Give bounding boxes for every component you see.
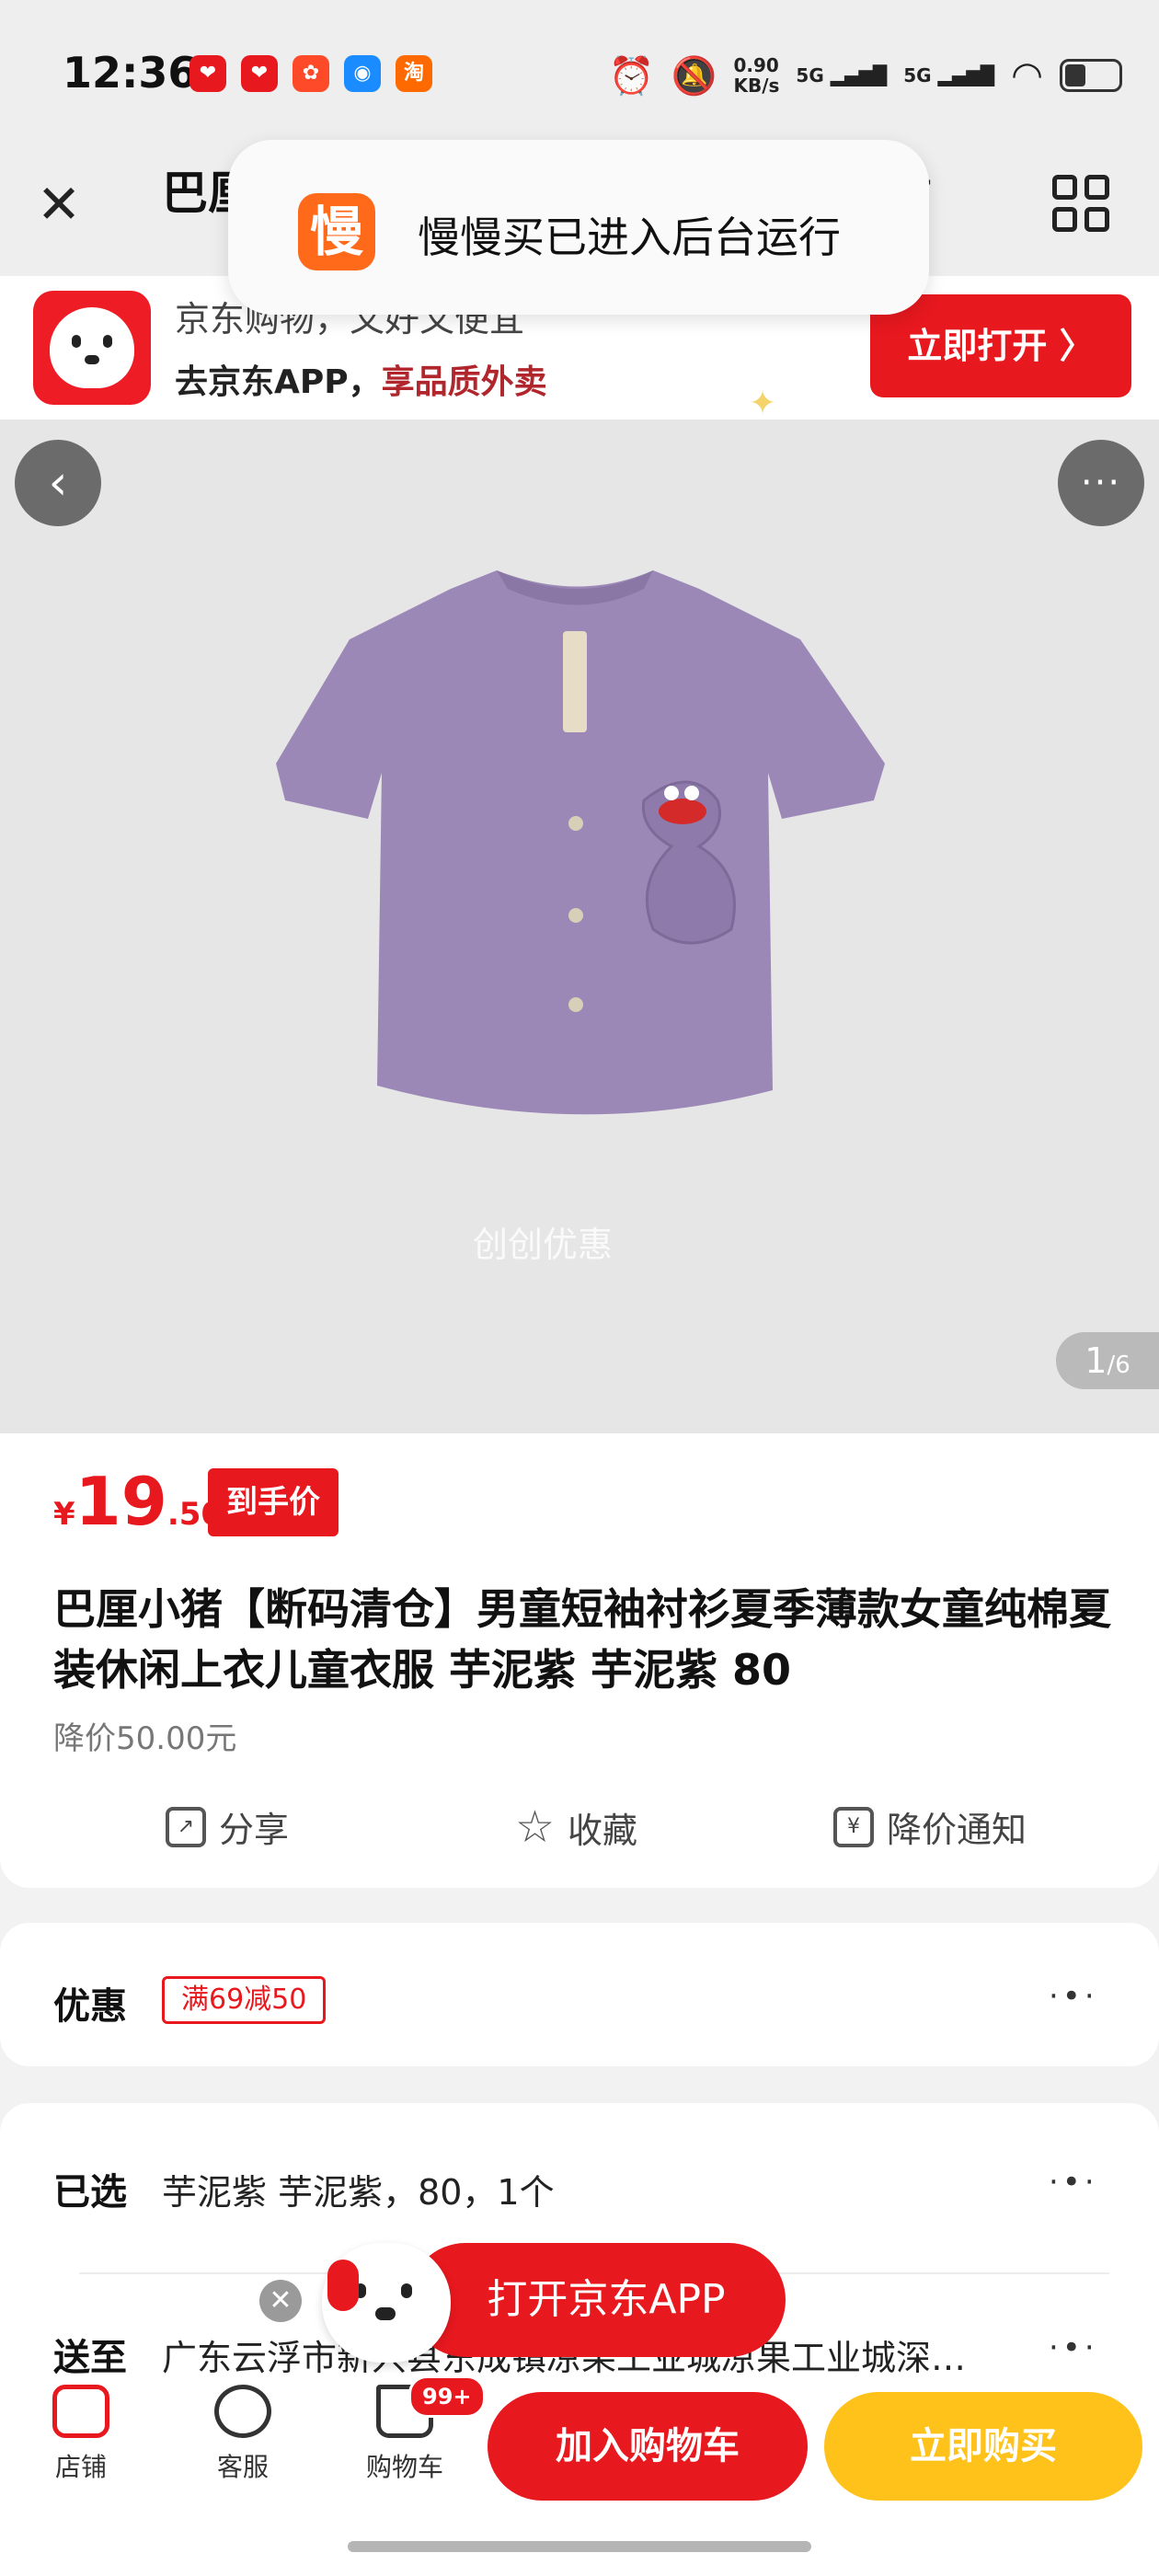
app-notification-icon: ◉ bbox=[344, 55, 381, 92]
image-watermark: 创创优惠 bbox=[473, 1225, 614, 1265]
mute-icon: 🔕 bbox=[671, 54, 717, 98]
product-title: 巴厘小猪【断码清仓】男童短袖衬衫夏季薄款女童纯棉夏装休闲上衣儿童衣服 芋泥紫 芋… bbox=[53, 1584, 1111, 1695]
manmanmai-app-icon: 慢 bbox=[298, 193, 375, 270]
promo-label: 优惠 bbox=[53, 1985, 127, 2028]
more-options-button[interactable]: ··· bbox=[1058, 440, 1144, 526]
jd-dog-mascot-icon bbox=[322, 2243, 451, 2363]
app-notification-icon: ❤ bbox=[241, 55, 278, 92]
toast-message: 慢慢买已进入后台运行 bbox=[418, 213, 841, 262]
app-notification-icon: ✿ bbox=[293, 55, 329, 92]
alarm-icon: ⏰ bbox=[608, 54, 655, 98]
share-icon: ↗ bbox=[166, 1806, 206, 1847]
system-icons: ⏰ 🔕 0.90 KB/s 5G ▂▄▆█ 5G ▂▄▆█ ◠ bbox=[609, 48, 1122, 103]
star-icon: ☆ bbox=[515, 1801, 556, 1853]
jd-logo-icon bbox=[33, 291, 151, 405]
cart-count-badge: 99+ bbox=[408, 2375, 486, 2418]
home-indicator[interactable] bbox=[348, 2541, 811, 2552]
image-pager: 1/6 bbox=[1056, 1332, 1159, 1389]
open-jd-button[interactable]: 立即打开 〉 bbox=[870, 294, 1131, 397]
promo-more-icon[interactable]: ·•· bbox=[1049, 1978, 1098, 2015]
price-alert-button[interactable]: ¥ 降价通知 bbox=[833, 1801, 1027, 1852]
customer-service-tab[interactable]: 客服 bbox=[188, 2385, 298, 2484]
chat-icon bbox=[214, 2385, 271, 2438]
signal-5g-icon: 5G ▂▄▆█ bbox=[796, 64, 888, 86]
final-price-badge: 到手价 bbox=[208, 1468, 339, 1536]
coupon-tag[interactable]: 满69减50 bbox=[162, 1976, 327, 2024]
selected-label: 已选 bbox=[53, 2171, 127, 2214]
share-button[interactable]: ↗ 分享 bbox=[166, 1801, 289, 1852]
favorite-button[interactable]: ☆ 收藏 bbox=[515, 1801, 637, 1853]
price-tag-icon: ¥ bbox=[833, 1806, 874, 1847]
close-icon[interactable]: ✕ bbox=[29, 175, 88, 234]
add-to-cart-button[interactable]: 加入购物车 bbox=[488, 2392, 808, 2501]
taobao-notification-icon: 淘 bbox=[396, 55, 432, 92]
open-jd-app-float-button[interactable]: 打开京东APP bbox=[408, 2243, 786, 2357]
close-float-icon[interactable]: ✕ bbox=[259, 2280, 302, 2322]
selected-spec[interactable]: 芋泥紫 芋泥紫，80，1个 bbox=[162, 2164, 555, 2214]
network-speed: 0.90 KB/s bbox=[733, 54, 780, 97]
store-tab[interactable]: 店铺 bbox=[26, 2385, 136, 2484]
battery-icon bbox=[1060, 59, 1122, 92]
address-more-icon[interactable]: ·•· bbox=[1049, 2329, 1098, 2366]
spec-more-icon[interactable]: ·•· bbox=[1049, 2164, 1098, 2201]
back-button[interactable]: ‹ bbox=[15, 440, 101, 526]
background-running-toast: 慢 慢慢买已进入后台运行 bbox=[228, 140, 929, 315]
signal-5g-icon: 5G ▂▄▆█ bbox=[903, 64, 995, 86]
app-notification-icon: ❤ bbox=[189, 55, 226, 92]
grid-menu-icon[interactable] bbox=[1052, 175, 1109, 232]
wifi-icon: ◠ bbox=[1011, 54, 1043, 97]
sparkle-icon: ✦ bbox=[749, 385, 777, 422]
price-drop-text: 降价50.00元 bbox=[53, 1720, 237, 1757]
buy-now-button[interactable]: 立即购买 bbox=[824, 2392, 1142, 2501]
store-icon bbox=[52, 2385, 109, 2438]
banner-subtitle: 去京东APP，享品质外卖 bbox=[175, 363, 547, 401]
product-shirt-image bbox=[276, 570, 885, 1115]
product-price: ¥19.50 bbox=[53, 1463, 224, 1540]
status-time: 12:36 bbox=[63, 48, 198, 98]
jd-dog-mascot bbox=[50, 307, 134, 388]
